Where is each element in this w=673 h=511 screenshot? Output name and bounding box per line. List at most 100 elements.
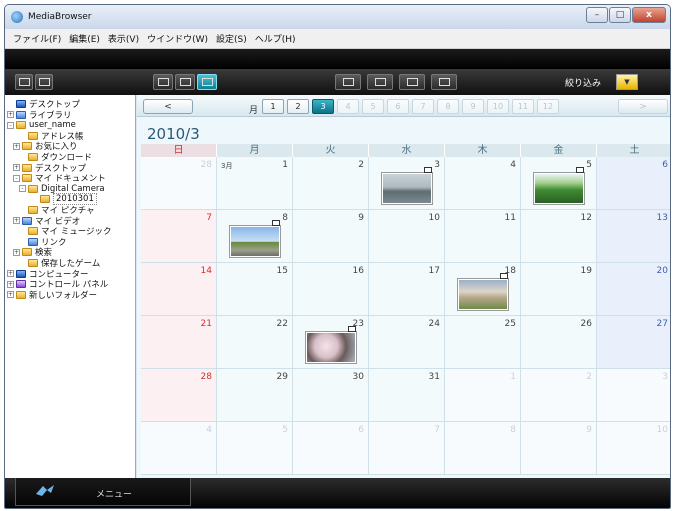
tree-expander-icon[interactable]: + (7, 280, 14, 288)
calendar-day-cell[interactable]: 6 (293, 422, 369, 475)
tree-expander-icon[interactable]: + (7, 291, 14, 299)
thumbnail-view-button[interactable] (153, 74, 173, 90)
calendar-day-cell[interactable]: 1 (445, 369, 521, 422)
tree-expander-icon[interactable]: - (19, 185, 26, 193)
main-menu-button[interactable]: メニュー (15, 478, 191, 506)
tree-expander-icon[interactable]: - (7, 121, 14, 129)
calendar-day-cell[interactable]: 6 (597, 157, 670, 210)
calendar-day-cell[interactable]: 28 (141, 369, 217, 422)
folder-plus-icon (18, 78, 30, 86)
calendar-day-cell[interactable]: 9 (521, 422, 597, 475)
tree-expander-icon[interactable]: + (13, 248, 20, 256)
calendar-day-cell[interactable]: 11 (445, 210, 521, 263)
photo-thumbnail[interactable] (382, 173, 432, 204)
menu-help[interactable]: ヘルプ(H) (251, 32, 300, 45)
day-number: 21 (200, 319, 212, 329)
calendar-day-cell[interactable]: 7 (369, 422, 445, 475)
calendar-day-cell[interactable]: 25 (445, 316, 521, 369)
tree-expander-icon[interactable]: - (13, 174, 20, 182)
month-button[interactable]: 5 (362, 99, 384, 114)
calendar-day-cell[interactable]: 17 (369, 263, 445, 316)
calendar-day-cell[interactable]: 3 (597, 369, 670, 422)
tree-expander-icon[interactable]: + (13, 217, 20, 225)
folder-icon (28, 237, 38, 246)
tree-expander-icon[interactable]: + (7, 111, 14, 119)
movie-button[interactable] (367, 74, 393, 90)
folder-icon (16, 290, 26, 299)
calendar-day-cell[interactable]: 29 (217, 369, 293, 422)
month-button[interactable]: 9 (462, 99, 484, 114)
folder-tree: デスクトップ + ライブラリ - user_name アドレス帳 + お気に入り ダウンロード +… (5, 95, 136, 478)
month-button[interactable]: 7 (412, 99, 434, 114)
print-icon (438, 78, 450, 86)
month-button[interactable]: 11 (512, 99, 534, 114)
calendar-day-cell[interactable]: 26 (521, 316, 597, 369)
next-month-button[interactable]: > (618, 99, 668, 114)
calendar-day-cell[interactable]: 4 (141, 422, 217, 475)
calendar-day-cell[interactable]: 31 (369, 369, 445, 422)
tree-expander-icon[interactable]: + (7, 270, 14, 278)
slideshow-button[interactable] (335, 74, 361, 90)
calendar-day-cell[interactable]: 19 (521, 263, 597, 316)
calendar-day-cell[interactable]: 8 (445, 422, 521, 475)
calendar-day-cell[interactable]: 13 (597, 210, 670, 263)
filter-dropdown-button[interactable]: ▼ (616, 74, 638, 90)
month-button[interactable]: 4 (337, 99, 359, 114)
calendar-day-cell[interactable]: 10 (369, 210, 445, 263)
maximize-button[interactable]: □ (609, 7, 631, 23)
calendar-day-cell[interactable]: 22 (217, 316, 293, 369)
month-button[interactable]: 10 (487, 99, 509, 114)
weekday-label: 火 (293, 144, 369, 157)
prev-month-button[interactable]: < (143, 99, 193, 114)
calendar-day-cell[interactable]: 24 (369, 316, 445, 369)
month-button[interactable]: 6 (387, 99, 409, 114)
day-number: 24 (428, 319, 440, 329)
month-button[interactable]: 12 (537, 99, 559, 114)
new-folder-icon[interactable] (15, 74, 33, 90)
menu-file[interactable]: ファイル(F) (9, 32, 65, 45)
calendar-day-cell[interactable]: 7 (141, 210, 217, 263)
close-button[interactable]: x (632, 7, 666, 23)
main-menu-label: メニュー (96, 490, 133, 500)
month-button[interactable]: 3 (312, 99, 334, 114)
calendar-day-cell[interactable]: 5 (217, 422, 293, 475)
tree-expander-icon[interactable]: + (13, 164, 20, 172)
menu-window[interactable]: ウインドウ(W) (143, 32, 212, 45)
calendar-day-cell[interactable]: 2 (293, 157, 369, 210)
calendar-day-cell[interactable]: 1 3月 (217, 157, 293, 210)
calendar-view-button[interactable] (197, 74, 217, 90)
copy-folder-icon[interactable] (35, 74, 53, 90)
calendar-day-cell[interactable]: 2 (521, 369, 597, 422)
calendar-day-cell[interactable]: 15 (217, 263, 293, 316)
menu-settings[interactable]: 設定(S) (212, 32, 251, 45)
calendar-day-cell[interactable]: 27 (597, 316, 670, 369)
calendar-day-cell[interactable]: 21 (141, 316, 217, 369)
photo-thumbnail[interactable] (534, 173, 584, 204)
calendar-day-cell[interactable]: 10 (597, 422, 670, 475)
calendar-day-cell[interactable]: 30 (293, 369, 369, 422)
calendar-day-cell[interactable]: 9 (293, 210, 369, 263)
calendar-day-cell[interactable]: 16 (293, 263, 369, 316)
photo-thumbnail[interactable] (230, 226, 280, 257)
menu-edit[interactable]: 編集(E) (65, 32, 104, 45)
month-button[interactable]: 2 (287, 99, 309, 114)
photo-thumbnail[interactable] (306, 332, 356, 363)
month-button[interactable]: 1 (262, 99, 284, 114)
minimize-button[interactable]: – (586, 7, 608, 23)
calendar-day-cell[interactable]: 4 (445, 157, 521, 210)
tree-item[interactable]: + 新しいフォルダー (7, 289, 97, 301)
tree-expander-icon[interactable]: + (13, 142, 20, 150)
calendar-day-cell[interactable]: 20 (597, 263, 670, 316)
edit-button[interactable] (399, 74, 425, 90)
calendar-day-cell[interactable]: 28 (141, 157, 217, 210)
menu-view[interactable]: 表示(V) (104, 32, 143, 45)
print-button[interactable] (431, 74, 457, 90)
folder-icon (22, 248, 32, 257)
calendar-day-cell[interactable]: 14 (141, 263, 217, 316)
calendar-day-cell[interactable]: 12 (521, 210, 597, 263)
weekday-label: 水 (369, 144, 445, 157)
list-view-button[interactable] (175, 74, 195, 90)
day-number: 5 (282, 425, 288, 435)
month-button[interactable]: 8 (437, 99, 459, 114)
photo-thumbnail[interactable] (458, 279, 508, 310)
